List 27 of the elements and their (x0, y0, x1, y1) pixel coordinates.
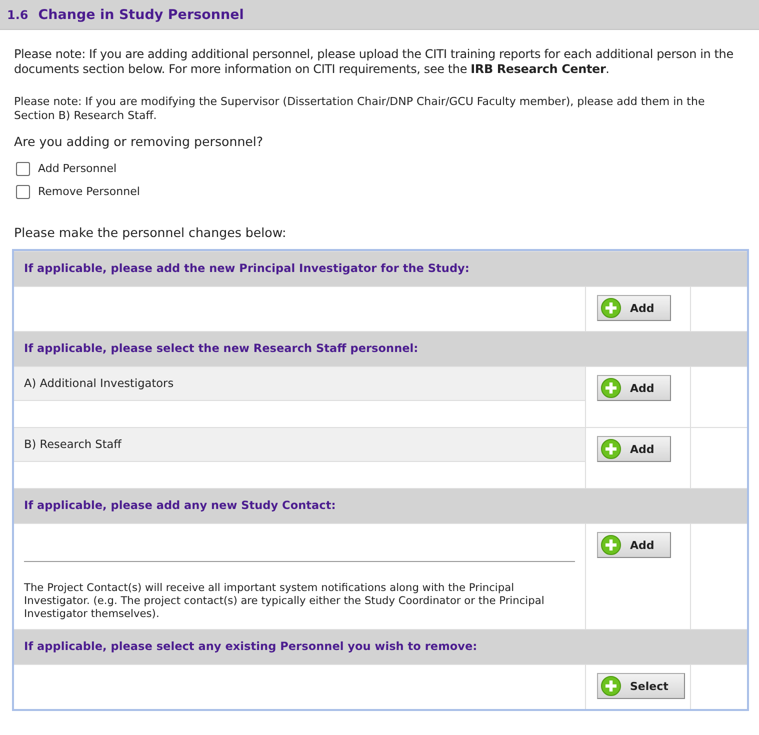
plus-icon (601, 298, 621, 318)
action-button[interactable]: Add (597, 532, 672, 558)
group-heading: If applicable, please add any new Study Contact: (14, 488, 747, 523)
checkbox[interactable] (16, 162, 30, 176)
note-text: Please note: If you are adding additional personnel, please upload the CITI training reports for each additional person in the documents section below. For more information on CITI requirements, see the IRB Research Center. (14, 47, 734, 77)
contact-note: The Project Contact(s) will receive all important system notifications along with the Principal Investigator. (e.g. The project contact(s) are typically either the Study Coordinator or the Principal Investigator themselves). (24, 582, 546, 621)
group-heading: If applicable, please add the new Principal Investigator for the Study: (14, 251, 747, 286)
action-button[interactable]: Add (597, 295, 672, 321)
note-text: Please note: If you are modifying the Supervisor (Dissertation Chair/DNP Chair/GCU Faculty member), please add them in the Section B) Research Staff. (14, 95, 706, 123)
action-button[interactable]: Add (597, 436, 672, 462)
question-text: Are you adding or removing personnel? (14, 134, 264, 149)
row-label: B) Research Staff (14, 428, 585, 462)
group-heading: If applicable, please select any existing Personnel you wish to remove: (14, 629, 747, 664)
instruction-text: Please make the personnel changes below: (14, 225, 286, 240)
group-heading: If applicable, please select the new Research Staff personnel: (14, 331, 747, 366)
row-label: A) Additional Investigators (14, 367, 585, 401)
checkbox[interactable] (16, 184, 30, 198)
plus-icon (601, 378, 621, 398)
checkbox-label: Add Personnel (38, 162, 117, 175)
plus-icon (601, 439, 621, 459)
action-button[interactable]: Select (597, 673, 686, 699)
plus-icon (601, 535, 621, 555)
section-number: 1.6 (7, 8, 28, 22)
action-button[interactable]: Add (597, 375, 672, 401)
plus-icon (601, 676, 621, 696)
section-title: Change in Study Personnel (38, 6, 244, 22)
checkbox-label: Remove Personnel (38, 185, 140, 198)
